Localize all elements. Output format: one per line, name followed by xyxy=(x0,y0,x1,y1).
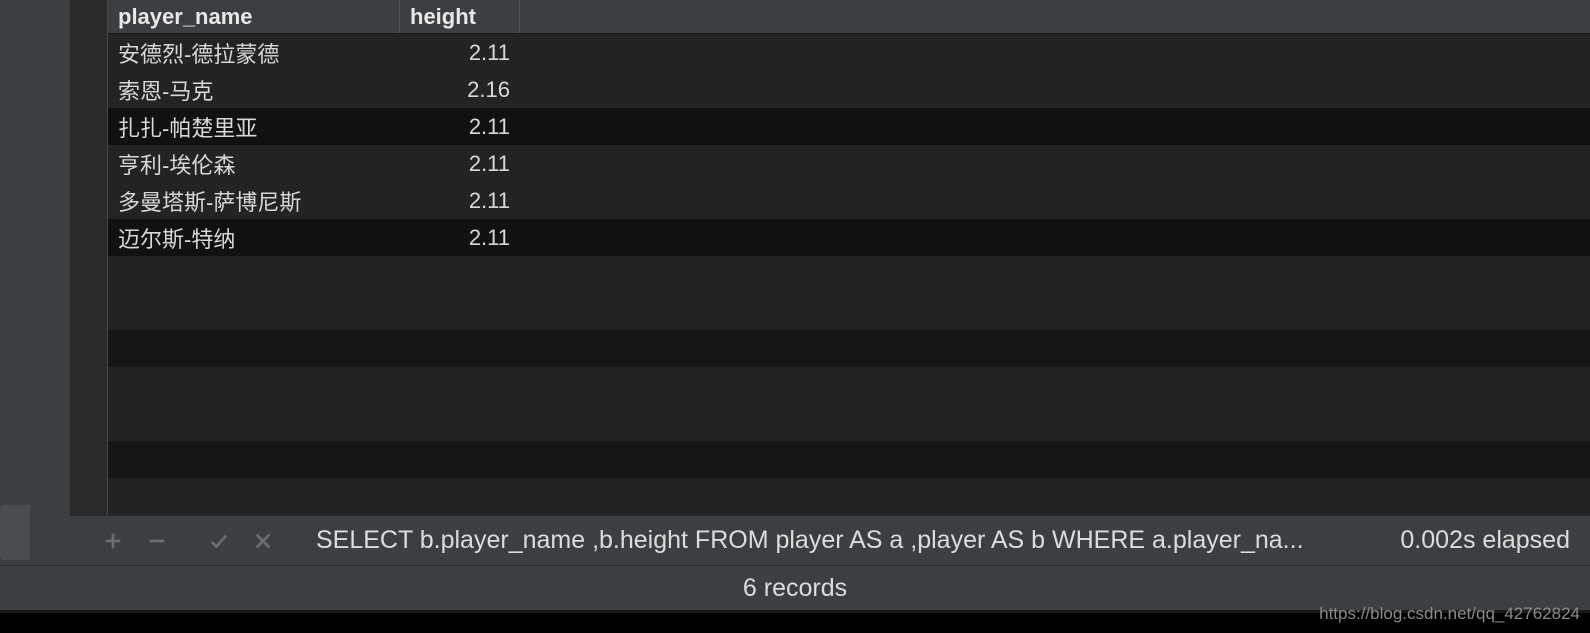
empty-row xyxy=(108,293,1590,330)
empty-row xyxy=(108,330,1590,367)
empty-row xyxy=(108,441,1590,478)
table-header: player_name height xyxy=(108,0,1590,34)
elapsed-time-text: 0.002s elapsed xyxy=(1400,526,1570,555)
empty-row xyxy=(108,256,1590,293)
column-header-player-name[interactable]: player_name xyxy=(108,0,400,33)
cell-player-name: 索恩-马克 xyxy=(108,71,400,108)
plus-icon[interactable] xyxy=(100,528,126,554)
minus-icon[interactable] xyxy=(144,528,170,554)
table-row[interactable]: 扎扎-帕楚里亚 2.11 xyxy=(108,108,1590,145)
results-toolbar: SELECT b.player_name ,b.height FROM play… xyxy=(70,515,1590,565)
toolbar-icons xyxy=(100,528,276,554)
cell-player-name: 扎扎-帕楚里亚 xyxy=(108,108,400,145)
results-grid: player_name height 安德烈-德拉蒙德 2.11 索恩-马克 2… xyxy=(70,0,1590,515)
record-count-text: 6 records xyxy=(743,574,847,603)
empty-row xyxy=(108,367,1590,404)
left-sidebar-gutter xyxy=(0,0,70,565)
cell-height: 2.11 xyxy=(400,182,520,219)
check-icon[interactable] xyxy=(206,528,232,554)
cell-height: 2.11 xyxy=(400,34,520,71)
cell-player-name: 亨利-埃伦森 xyxy=(108,145,400,182)
cell-player-name: 迈尔斯-特纳 xyxy=(108,219,400,256)
cell-height: 2.11 xyxy=(400,108,520,145)
table-row[interactable]: 索恩-马克 2.16 xyxy=(108,71,1590,108)
cell-height: 2.11 xyxy=(400,219,520,256)
empty-row xyxy=(108,404,1590,441)
cell-player-name: 多曼塔斯-萨博尼斯 xyxy=(108,182,400,219)
cell-height: 2.11 xyxy=(400,145,520,182)
empty-row xyxy=(108,478,1590,515)
cell-height: 2.16 xyxy=(400,71,520,108)
executed-sql-text: SELECT b.player_name ,b.height FROM play… xyxy=(316,526,1370,555)
row-number-gutter xyxy=(70,0,108,515)
table-row[interactable]: 多曼塔斯-萨博尼斯 2.11 xyxy=(108,182,1590,219)
table-row[interactable]: 安德烈-德拉蒙德 2.11 xyxy=(108,34,1590,71)
table-body: 安德烈-德拉蒙德 2.11 索恩-马克 2.16 扎扎-帕楚里亚 2.11 亨利… xyxy=(108,34,1590,515)
left-panel-tab[interactable] xyxy=(0,505,30,560)
cell-player-name: 安德烈-德拉蒙德 xyxy=(108,34,400,71)
table-row[interactable]: 亨利-埃伦森 2.11 xyxy=(108,145,1590,182)
column-header-height[interactable]: height xyxy=(400,0,520,33)
table-row[interactable]: 迈尔斯-特纳 2.11 xyxy=(108,219,1590,256)
close-icon[interactable] xyxy=(250,528,276,554)
watermark-text: https://blog.csdn.net/qq_42762824 xyxy=(1319,604,1580,624)
